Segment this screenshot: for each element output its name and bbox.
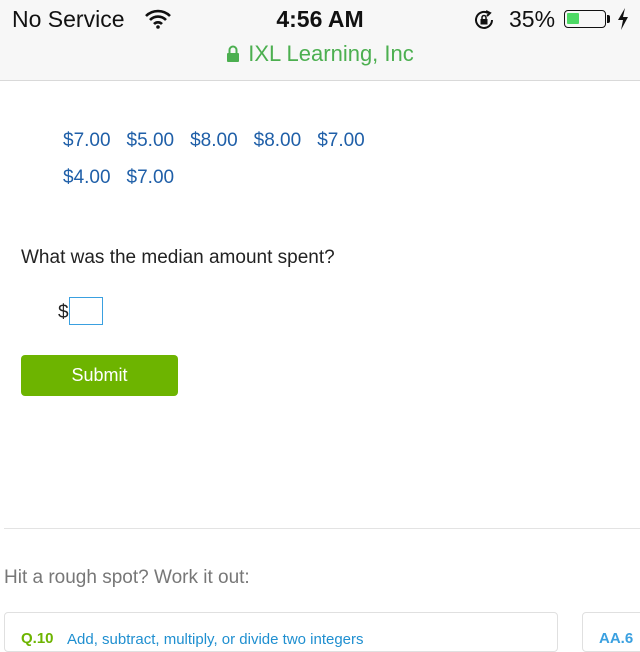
help-heading: Hit a rough spot? Work it out: bbox=[4, 567, 250, 588]
amount-list: $7.00 $5.00 $8.00 $8.00 $7.00 $4.00 $7.00 bbox=[63, 122, 463, 196]
url-bar[interactable]: IXL Learning, Inc bbox=[0, 41, 640, 69]
battery-level bbox=[567, 13, 579, 24]
amount-value: $4.00 bbox=[63, 167, 111, 188]
submit-button[interactable]: Submit bbox=[21, 355, 178, 396]
amount-value: $7.00 bbox=[317, 130, 365, 151]
padlock-icon bbox=[226, 43, 240, 69]
status-bar: No Service 4:56 AM 35% IXL Learning, Inc bbox=[0, 0, 640, 81]
divider bbox=[4, 528, 640, 529]
skill-code: Q.10 bbox=[21, 630, 54, 647]
related-skill-card[interactable]: Q.10 Add, subtract, multiply, or divide … bbox=[4, 612, 558, 652]
amount-value: $8.00 bbox=[190, 130, 238, 151]
question-prompt: What was the median amount spent? bbox=[21, 247, 335, 268]
amount-value: $8.00 bbox=[253, 130, 302, 151]
battery-icon bbox=[564, 10, 606, 28]
amount-value: $7.00 bbox=[63, 130, 111, 151]
orientation-lock-icon bbox=[473, 9, 495, 36]
site-name: IXL Learning, Inc bbox=[248, 41, 414, 66]
related-skill-card[interactable]: AA.6 bbox=[582, 612, 640, 652]
battery-tip bbox=[607, 15, 610, 23]
battery-percent: 35% bbox=[509, 6, 556, 32]
skill-code: AA.6 bbox=[599, 630, 634, 647]
amount-value: $5.00 bbox=[126, 130, 175, 151]
currency-symbol: $ bbox=[58, 302, 69, 323]
amount-value: $7.00 bbox=[126, 167, 175, 188]
answer-input[interactable] bbox=[69, 297, 103, 325]
charging-bolt-icon bbox=[617, 8, 629, 35]
